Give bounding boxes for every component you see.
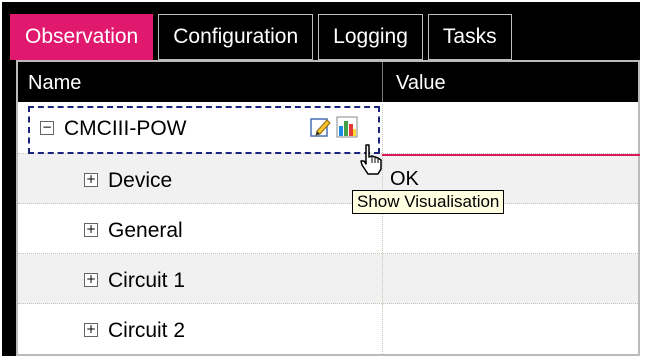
tree-row-circuit-1[interactable]: + Circuit 1 <box>18 254 638 304</box>
hand-pointer-cursor <box>357 143 387 182</box>
expand-toggle[interactable]: + <box>84 223 98 237</box>
tooltip: Show Visualisation <box>352 190 505 214</box>
tab-configuration[interactable]: Configuration <box>158 14 314 60</box>
tree-row-device[interactable]: + Device <box>18 154 638 204</box>
tab-logging[interactable]: Logging <box>318 14 423 60</box>
column-header-value[interactable]: Value <box>396 72 446 95</box>
tree-row-general[interactable]: + General <box>18 204 638 254</box>
selected-row-underline <box>382 154 640 156</box>
expand-toggle[interactable]: + <box>84 173 98 187</box>
tab-observation[interactable]: Observation <box>10 14 154 60</box>
tree-row-label: Circuit 2 <box>108 319 186 342</box>
tree-table: Name Value − CMCIII-POW + Device + Gener… <box>16 60 640 356</box>
expand-toggle[interactable]: + <box>84 273 98 287</box>
tab-tasks[interactable]: Tasks <box>427 14 512 60</box>
column-divider[interactable] <box>382 62 383 102</box>
selection-focus-outline <box>28 106 380 154</box>
cell-divider <box>382 254 383 303</box>
tree-row-circuit-2[interactable]: + Circuit 2 <box>18 304 638 354</box>
tree-row-label: General <box>108 219 183 242</box>
tab-bar: Observation Configuration Logging Tasks <box>10 14 512 62</box>
table-header: Name Value <box>18 62 638 102</box>
tree-row-label: Circuit 1 <box>108 269 186 292</box>
tree-row-label: Device <box>108 169 173 192</box>
column-header-name[interactable]: Name <box>28 72 81 95</box>
device-value: OK <box>390 168 419 190</box>
expand-toggle[interactable]: + <box>84 323 98 337</box>
cell-divider <box>382 304 383 354</box>
